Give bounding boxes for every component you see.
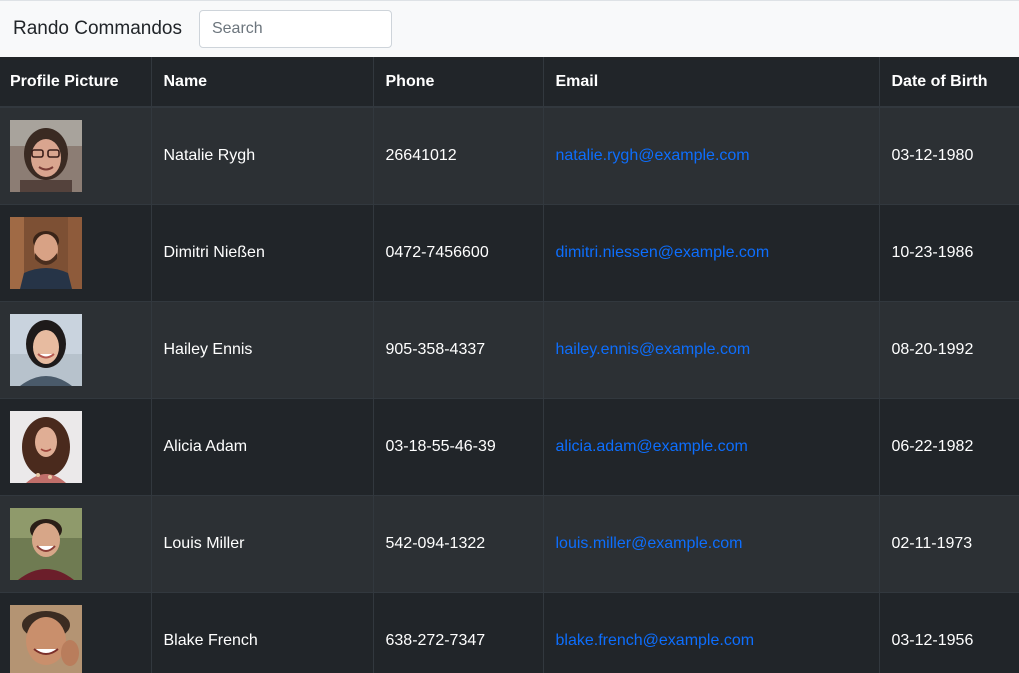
column-header-name[interactable]: Name <box>151 57 374 108</box>
profile-picture-cell <box>0 204 152 301</box>
email-link[interactable]: hailey.ennis@example.com <box>556 341 751 358</box>
table-row: Natalie Rygh 26641012 natalie.rygh@examp… <box>0 107 1019 204</box>
avatar <box>10 604 82 673</box>
avatar <box>10 119 82 192</box>
column-header-email[interactable]: Email <box>543 57 880 108</box>
profile-picture-cell <box>0 592 152 673</box>
table-row: Dimitri Nießen 0472-7456600 dimitri.nies… <box>0 204 1019 301</box>
navbar: Rando Commandos <box>0 0 1019 57</box>
avatar <box>10 410 82 483</box>
phone-cell: 905-358-4337 <box>373 301 544 398</box>
employee-table: Profile Picture Name Phone Email Date of… <box>0 57 1019 673</box>
brand-title[interactable]: Rando Commandos <box>13 18 182 40</box>
dob-cell: 08-20-1992 <box>891 340 974 358</box>
email-cell: natalie.rygh@example.com <box>543 107 880 204</box>
name-cell: Louis Miller <box>151 495 374 592</box>
email-link[interactable]: alicia.adam@example.com <box>556 438 748 455</box>
dob-cell: 10-23-1986 <box>891 243 974 261</box>
dob-cell: 03-12-1956 <box>891 631 974 649</box>
profile-picture-cell <box>0 398 152 495</box>
email-link[interactable]: natalie.rygh@example.com <box>556 147 750 164</box>
avatar <box>10 507 82 580</box>
email-cell: dimitri.niessen@example.com <box>543 204 880 301</box>
search-input[interactable] <box>198 10 392 48</box>
name-cell: Alicia Adam <box>151 398 374 495</box>
profile-picture-cell <box>0 495 152 592</box>
phone-cell: 03-18-55-46-39 <box>373 398 544 495</box>
profile-picture-cell <box>0 301 152 398</box>
name-cell: Hailey Ennis <box>151 301 374 398</box>
name-cell: Blake French <box>151 592 374 673</box>
email-cell: hailey.ennis@example.com <box>543 301 880 398</box>
name-cell: Natalie Rygh <box>151 107 374 204</box>
email-link[interactable]: blake.french@example.com <box>556 632 755 649</box>
table-row: Blake French 638-272-7347 blake.french@e… <box>0 592 1019 673</box>
email-cell: louis.miller@example.com <box>543 495 880 592</box>
table-row: Louis Miller 542-094-1322 louis.miller@e… <box>0 495 1019 592</box>
phone-cell: 26641012 <box>373 107 544 204</box>
email-link[interactable]: dimitri.niessen@example.com <box>556 244 770 261</box>
phone-cell: 542-094-1322 <box>373 495 544 592</box>
name-cell: Dimitri Nießen <box>151 204 374 301</box>
dob-cell: 03-12-1980 <box>891 146 974 164</box>
email-cell: blake.french@example.com <box>543 592 880 673</box>
table-row: Alicia Adam 03-18-55-46-39 alicia.adam@e… <box>0 398 1019 495</box>
email-link[interactable]: louis.miller@example.com <box>556 535 743 552</box>
avatar <box>10 313 82 386</box>
phone-cell: 638-272-7347 <box>373 592 544 673</box>
column-header-phone[interactable]: Phone <box>373 57 544 108</box>
email-cell: alicia.adam@example.com <box>543 398 880 495</box>
dob-cell: 06-22-1982 <box>891 437 974 455</box>
table-row: Hailey Ennis 905-358-4337 hailey.ennis@e… <box>0 301 1019 398</box>
dob-cell: 02-11-1973 <box>891 534 973 552</box>
profile-picture-cell <box>0 107 152 204</box>
table-header-row: Profile Picture Name Phone Email Date of… <box>0 57 1019 108</box>
avatar <box>10 216 82 289</box>
phone-cell: 0472-7456600 <box>373 204 544 301</box>
column-header-profile-picture[interactable]: Profile Picture <box>0 57 152 108</box>
column-header-date-of-birth[interactable]: Date of Birth <box>879 57 1019 108</box>
